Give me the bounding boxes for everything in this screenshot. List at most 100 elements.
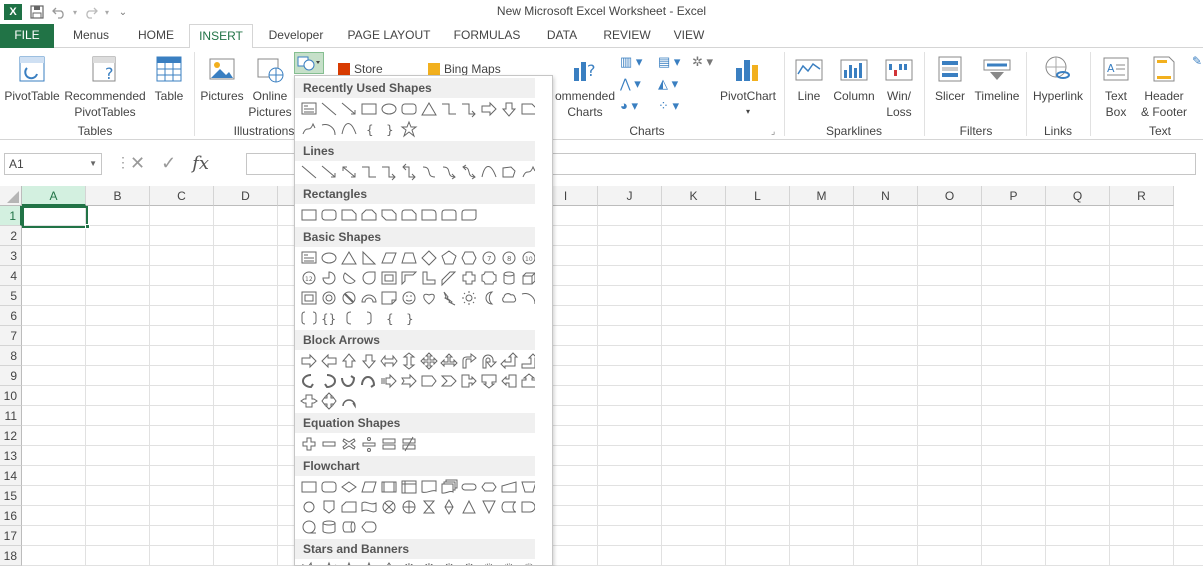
no-symbol-shape-icon[interactable]: [339, 289, 359, 307]
notched-right-arrow-shape-icon[interactable]: [399, 372, 419, 390]
online-pictures-button[interactable]: Online Pictures: [248, 54, 292, 120]
arrow-line-shape-icon[interactable]: [319, 163, 339, 181]
flowchart-process-shape-icon[interactable]: [299, 478, 319, 496]
pentagon-arrow-shape-icon[interactable]: [419, 372, 439, 390]
left-bracket-shape-icon[interactable]: [339, 309, 359, 327]
oval-shape-icon[interactable]: [319, 249, 339, 267]
right-brace-shape-icon[interactable]: }: [379, 120, 399, 138]
charts-dialog-launcher-icon[interactable]: ⌟: [771, 126, 775, 137]
row-header-14[interactable]: 14: [0, 466, 22, 486]
right-bracket-shape-icon[interactable]: [359, 309, 379, 327]
row-header-5[interactable]: 5: [0, 286, 22, 306]
rectangle-shape-icon[interactable]: [359, 100, 379, 118]
flowchart-internal-storage-shape-icon[interactable]: [399, 478, 419, 496]
octagon-shape-icon[interactable]: 8: [499, 249, 519, 267]
column-header-b[interactable]: B: [86, 186, 150, 206]
lightning-bolt-shape-icon[interactable]: [439, 289, 459, 307]
store-button[interactable]: Store: [338, 62, 383, 76]
row-header-10[interactable]: 10: [0, 386, 22, 406]
column-header-o[interactable]: O: [918, 186, 982, 206]
teardrop-shape-icon[interactable]: [359, 269, 379, 287]
right-arrow-callout-shape-icon[interactable]: [459, 372, 479, 390]
down-arrow-shape-icon[interactable]: [359, 352, 379, 370]
row-header-4[interactable]: 4: [0, 266, 22, 286]
plus-shape-icon[interactable]: [299, 435, 319, 453]
sun-shape-icon[interactable]: [459, 289, 479, 307]
column-header-n[interactable]: N: [854, 186, 918, 206]
pivottable-button[interactable]: PivotTable: [2, 54, 62, 104]
rounded-rectangle-shape-icon[interactable]: [399, 100, 419, 118]
right-triangle-shape-icon[interactable]: [359, 249, 379, 267]
curve-shape-icon[interactable]: [339, 120, 359, 138]
tab-view[interactable]: VIEW: [666, 24, 712, 48]
star-6-point-shape-icon[interactable]: [379, 561, 399, 566]
smiley-face-shape-icon[interactable]: [399, 289, 419, 307]
freeform-shape-icon[interactable]: [299, 120, 319, 138]
row-header-15[interactable]: 15: [0, 486, 22, 506]
row-header-3[interactable]: 3: [0, 246, 22, 266]
scatter-chart-icon[interactable]: ⁘ ▾: [658, 98, 679, 114]
column-header-m[interactable]: M: [790, 186, 854, 206]
star-4-point-shape-icon[interactable]: [339, 561, 359, 566]
curved-down-arrow-shape-icon[interactable]: [359, 372, 379, 390]
bent-arrow-shape-icon[interactable]: [459, 352, 479, 370]
sparkline-line-button[interactable]: Line: [790, 54, 828, 104]
pentagon-shape-icon[interactable]: [439, 249, 459, 267]
column-header-r[interactable]: R: [1110, 186, 1174, 206]
rectangle-shape-icon[interactable]: [299, 206, 319, 224]
shapes-button[interactable]: [294, 52, 324, 74]
row-header-9[interactable]: 9: [0, 366, 22, 386]
round-same-side-rectangle-shape-icon[interactable]: [439, 206, 459, 224]
tab-menus[interactable]: Menus: [60, 24, 122, 48]
flowchart-magnetic-disk-shape-icon[interactable]: [319, 518, 339, 536]
left-up-arrow-shape-icon[interactable]: [499, 352, 519, 370]
select-all-corner[interactable]: [0, 186, 22, 206]
quad-arrow-callout-shape-icon[interactable]: [319, 392, 339, 410]
snip-single-corner-rectangle-shape-icon[interactable]: [339, 206, 359, 224]
row-header-12[interactable]: 12: [0, 426, 22, 446]
multiply-shape-icon[interactable]: [339, 435, 359, 453]
row-header-11[interactable]: 11: [0, 406, 22, 426]
column-header-l[interactable]: L: [726, 186, 790, 206]
worksheet-grid[interactable]: ABCDEFGHIJKLMNOPQR1234567891011121314151…: [0, 186, 1203, 566]
sparkline-winloss-button[interactable]: Win/ Loss: [880, 54, 918, 120]
star-5-point-shape-icon[interactable]: [359, 561, 379, 566]
text-box-button[interactable]: A Text Box: [1096, 54, 1136, 120]
parallelogram-shape-icon[interactable]: [379, 249, 399, 267]
column-chart-icon[interactable]: ▥ ▾: [620, 54, 642, 70]
insert-function-icon[interactable]: fx: [192, 153, 209, 174]
left-right-arrow-shape-icon[interactable]: [379, 352, 399, 370]
flowchart-multidocument-shape-icon[interactable]: [439, 478, 459, 496]
flowchart-predefined-process-shape-icon[interactable]: [379, 478, 399, 496]
equal-shape-icon[interactable]: [379, 435, 399, 453]
star-12-point-shape-icon[interactable]: [459, 561, 479, 566]
elbow-connector-shape-icon[interactable]: [359, 163, 379, 181]
tab-file[interactable]: FILE: [0, 24, 54, 48]
flowchart-document-shape-icon[interactable]: [419, 478, 439, 496]
round-diagonal-rectangle-shape-icon[interactable]: [459, 206, 479, 224]
header-footer-button[interactable]: Header & Footer: [1138, 54, 1190, 120]
explosion-2-shape-icon[interactable]: [319, 561, 339, 566]
hexagon-shape-icon[interactable]: [459, 249, 479, 267]
heart-shape-icon[interactable]: [419, 289, 439, 307]
bing-maps-button[interactable]: Bing Maps: [428, 62, 501, 76]
row-header-7[interactable]: 7: [0, 326, 22, 346]
row-header-2[interactable]: 2: [0, 226, 22, 246]
arc-shape-icon[interactable]: [319, 120, 339, 138]
pie-chart-icon[interactable]: ◕ ▾: [620, 98, 638, 114]
column-header-c[interactable]: C: [150, 186, 214, 206]
cloud-shape-icon[interactable]: [499, 289, 519, 307]
flowchart-connector-shape-icon[interactable]: [299, 498, 319, 516]
star-16-point-shape-icon[interactable]: [479, 561, 499, 566]
column-header-d[interactable]: D: [214, 186, 278, 206]
triangle-shape-icon[interactable]: [339, 249, 359, 267]
tab-developer[interactable]: Developer: [258, 24, 334, 48]
frame-shape-icon[interactable]: [379, 269, 399, 287]
curved-double-arrow-shape-icon[interactable]: [459, 163, 479, 181]
left-brace-shape-icon[interactable]: {: [359, 120, 379, 138]
chord-shape-icon[interactable]: [339, 269, 359, 287]
snip-same-side-rectangle-shape-icon[interactable]: [359, 206, 379, 224]
dodecagon-shape-icon[interactable]: 12: [299, 269, 319, 287]
snip-round-rectangle-shape-icon[interactable]: [399, 206, 419, 224]
line-shape-icon[interactable]: [319, 100, 339, 118]
